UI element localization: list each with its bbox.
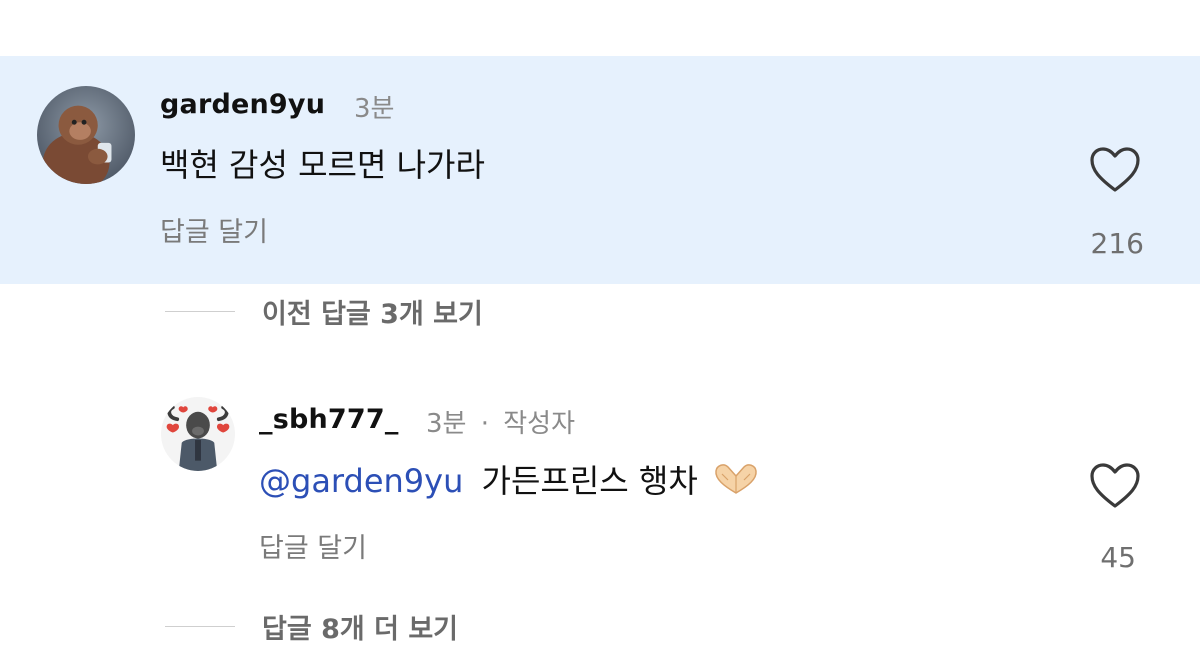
mention-link[interactable]: @garden9yu xyxy=(259,462,463,500)
comment-username[interactable]: _sbh777_ xyxy=(259,404,399,435)
view-more-replies-button[interactable]: 답글 8개 더 보기 xyxy=(262,607,458,646)
buffalo-avatar-icon xyxy=(161,397,235,471)
reply-button[interactable]: 답글 달기 xyxy=(160,210,268,249)
comment-username[interactable]: garden9yu xyxy=(160,89,325,120)
like-heart-icon[interactable] xyxy=(1089,462,1141,510)
reply-button[interactable]: 답글 달기 xyxy=(259,526,367,565)
heart-hands-emoji-icon xyxy=(715,464,757,494)
meta-separator: · xyxy=(480,409,489,439)
like-count: 216 xyxy=(1090,227,1144,260)
comment-text: 가든프린스 행차 xyxy=(481,462,698,500)
gorilla-avatar-icon xyxy=(37,86,135,184)
thread-divider xyxy=(165,626,235,627)
avatar-garden9yu[interactable] xyxy=(37,86,135,184)
comment-text-row: @garden9yu 가든프린스 행차 xyxy=(259,456,760,502)
comment-text: 백현 감성 모르면 나가라 xyxy=(160,146,485,184)
thread-divider xyxy=(165,311,235,312)
like-heart-icon[interactable] xyxy=(1089,146,1141,194)
comment-timestamp: 3분 xyxy=(354,94,395,124)
comment-timestamp: 3분 xyxy=(426,409,467,439)
view-previous-replies-button[interactable]: 이전 답글 3개 보기 xyxy=(262,292,483,331)
avatar-sbh777[interactable] xyxy=(161,397,235,471)
like-count: 45 xyxy=(1100,541,1136,574)
comment-meta: 3분 · 작성자 xyxy=(426,403,575,440)
author-badge: 작성자 xyxy=(503,409,576,439)
